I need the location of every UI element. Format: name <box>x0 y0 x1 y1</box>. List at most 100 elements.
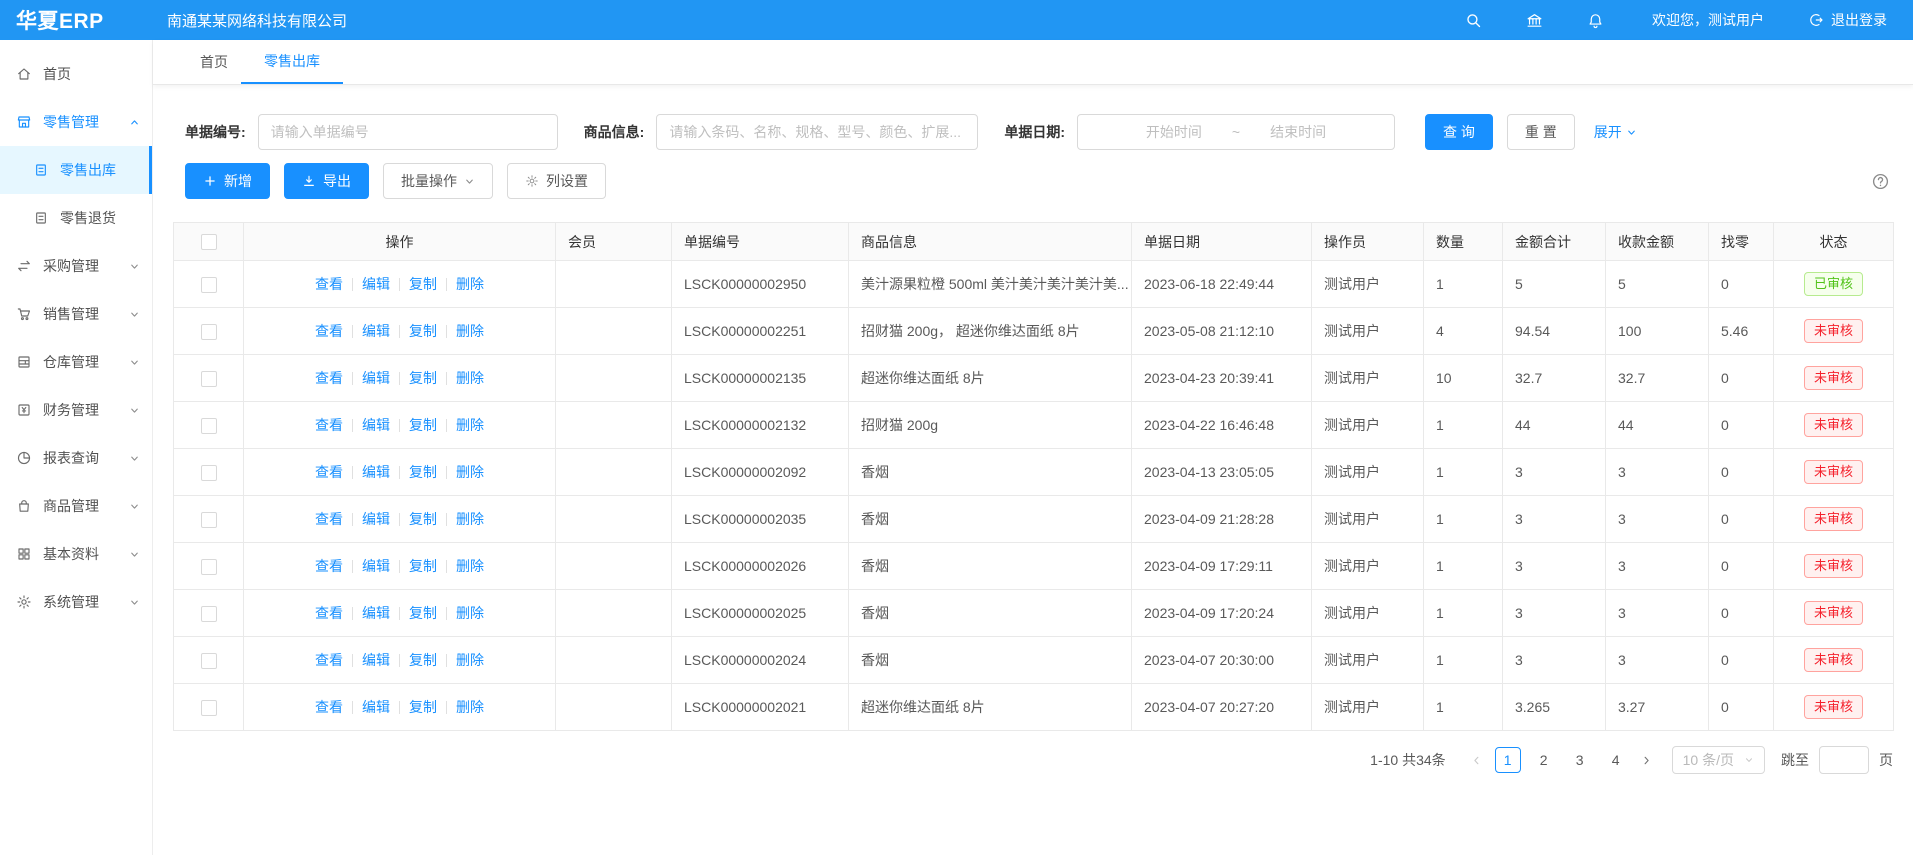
copy-link[interactable]: 复制 <box>409 323 437 339</box>
edit-link[interactable]: 编辑 <box>362 558 390 574</box>
copy-link[interactable]: 复制 <box>409 511 437 527</box>
view-link[interactable]: 查看 <box>315 464 343 480</box>
cell-received: 3 <box>1606 590 1709 637</box>
edit-link[interactable]: 编辑 <box>362 605 390 621</box>
edit-link[interactable]: 编辑 <box>362 652 390 668</box>
page-button-1[interactable]: 1 <box>1495 747 1521 773</box>
bank-icon[interactable] <box>1526 12 1543 29</box>
delete-link[interactable]: 删除 <box>456 464 484 480</box>
search-icon[interactable] <box>1465 12 1482 29</box>
view-link[interactable]: 查看 <box>315 323 343 339</box>
add-button[interactable]: 新增 <box>185 163 270 199</box>
home-icon <box>16 66 32 82</box>
tab-retail-out[interactable]: 零售出库 <box>241 40 343 84</box>
copy-link[interactable]: 复制 <box>409 652 437 668</box>
export-button[interactable]: 导出 <box>284 163 369 199</box>
expand-link[interactable]: 展开 <box>1594 122 1637 142</box>
cell-bill-no: LSCK00000002251 <box>672 308 849 355</box>
sidebar-item-sales-mgmt[interactable]: 销售管理 <box>0 290 152 338</box>
delete-link[interactable]: 删除 <box>456 652 484 668</box>
select-all-checkbox[interactable] <box>201 234 217 250</box>
delete-link[interactable]: 删除 <box>456 323 484 339</box>
help-icon[interactable] <box>1871 172 1890 191</box>
row-checkbox[interactable] <box>201 559 217 575</box>
delete-link[interactable]: 删除 <box>456 276 484 292</box>
copy-link[interactable]: 复制 <box>409 464 437 480</box>
divider <box>352 372 353 385</box>
divider <box>446 607 447 620</box>
product-info-input[interactable] <box>656 114 978 150</box>
prev-page-button[interactable] <box>1464 746 1490 774</box>
sidebar-item-report-query[interactable]: 报表查询 <box>0 434 152 482</box>
sidebar-item-warehouse-mgmt[interactable]: 仓库管理 <box>0 338 152 386</box>
row-checkbox[interactable] <box>201 653 217 669</box>
page-button-3[interactable]: 3 <box>1567 747 1593 773</box>
sidebar-item-basic-data[interactable]: 基本资料 <box>0 530 152 578</box>
sidebar-item-retail-mgmt[interactable]: 零售管理 <box>0 98 152 146</box>
cell-member <box>556 449 672 496</box>
row-checkbox[interactable] <box>201 700 217 716</box>
edit-link[interactable]: 编辑 <box>362 699 390 715</box>
copy-link[interactable]: 复制 <box>409 417 437 433</box>
edit-link[interactable]: 编辑 <box>362 417 390 433</box>
copy-link[interactable]: 复制 <box>409 276 437 292</box>
row-checkbox[interactable] <box>201 277 217 293</box>
column-settings-button[interactable]: 列设置 <box>507 163 606 199</box>
cell-total: 3 <box>1503 449 1606 496</box>
search-button[interactable]: 查 询 <box>1425 114 1493 150</box>
app-body: 首页零售管理零售出库零售退货采购管理销售管理仓库管理财务管理报表查询商品管理基本… <box>0 40 1913 855</box>
delete-link[interactable]: 删除 <box>456 417 484 433</box>
cell-member <box>556 543 672 590</box>
next-page-button[interactable] <box>1634 746 1660 774</box>
view-link[interactable]: 查看 <box>315 370 343 386</box>
logout-button[interactable]: 退出登录 <box>1808 10 1887 30</box>
copy-link[interactable]: 复制 <box>409 370 437 386</box>
row-checkbox[interactable] <box>201 324 217 340</box>
delete-link[interactable]: 删除 <box>456 558 484 574</box>
sidebar-item-finance-mgmt[interactable]: 财务管理 <box>0 386 152 434</box>
view-link[interactable]: 查看 <box>315 417 343 433</box>
view-link[interactable]: 查看 <box>315 511 343 527</box>
delete-link[interactable]: 删除 <box>456 370 484 386</box>
view-link[interactable]: 查看 <box>315 699 343 715</box>
reset-button[interactable]: 重 置 <box>1507 114 1575 150</box>
bill-no-input[interactable] <box>258 114 558 150</box>
edit-link[interactable]: 编辑 <box>362 276 390 292</box>
jump-page-input[interactable] <box>1819 746 1869 774</box>
chevron-down-icon <box>129 549 140 560</box>
page-button-4[interactable]: 4 <box>1603 747 1629 773</box>
page-button-2[interactable]: 2 <box>1531 747 1557 773</box>
sidebar-item-retail-return[interactable]: 零售退货 <box>0 194 152 242</box>
delete-link[interactable]: 删除 <box>456 605 484 621</box>
tab-home[interactable]: 首页 <box>187 40 241 84</box>
page-size-select[interactable]: 10 条/页 <box>1672 746 1765 774</box>
edit-link[interactable]: 编辑 <box>362 511 390 527</box>
edit-link[interactable]: 编辑 <box>362 323 390 339</box>
row-checkbox[interactable] <box>201 512 217 528</box>
row-checkbox[interactable] <box>201 371 217 387</box>
sidebar-item-retail-out[interactable]: 零售出库 <box>0 146 152 194</box>
sidebar-item-system-mgmt[interactable]: 系统管理 <box>0 578 152 626</box>
sidebar-item-goods-mgmt[interactable]: 商品管理 <box>0 482 152 530</box>
view-link[interactable]: 查看 <box>315 276 343 292</box>
row-checkbox[interactable] <box>201 465 217 481</box>
view-link[interactable]: 查看 <box>315 558 343 574</box>
edit-link[interactable]: 编辑 <box>362 464 390 480</box>
sidebar: 首页零售管理零售出库零售退货采购管理销售管理仓库管理财务管理报表查询商品管理基本… <box>0 40 153 855</box>
divider <box>446 466 447 479</box>
copy-link[interactable]: 复制 <box>409 605 437 621</box>
batch-actions-button[interactable]: 批量操作 <box>383 163 493 199</box>
sidebar-item-home[interactable]: 首页 <box>0 50 152 98</box>
copy-link[interactable]: 复制 <box>409 558 437 574</box>
bell-icon[interactable] <box>1587 12 1604 29</box>
row-checkbox[interactable] <box>201 418 217 434</box>
delete-link[interactable]: 删除 <box>456 511 484 527</box>
delete-link[interactable]: 删除 <box>456 699 484 715</box>
view-link[interactable]: 查看 <box>315 652 343 668</box>
sidebar-item-purchase-mgmt[interactable]: 采购管理 <box>0 242 152 290</box>
row-checkbox[interactable] <box>201 606 217 622</box>
date-range-picker[interactable]: 开始时间 ~ 结束时间 <box>1077 114 1395 150</box>
edit-link[interactable]: 编辑 <box>362 370 390 386</box>
copy-link[interactable]: 复制 <box>409 699 437 715</box>
view-link[interactable]: 查看 <box>315 605 343 621</box>
